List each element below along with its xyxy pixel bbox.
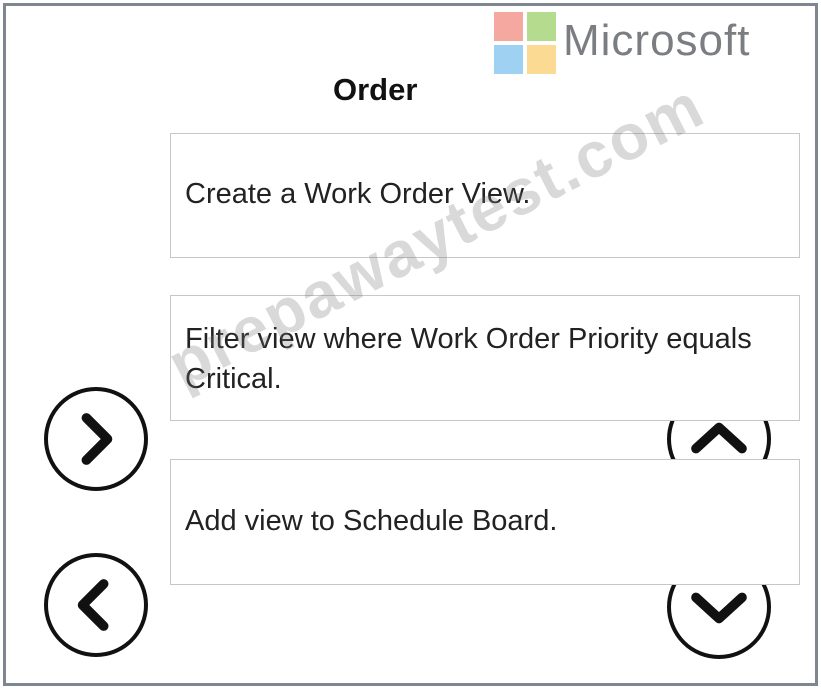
move-left-button[interactable] xyxy=(44,553,148,657)
order-item[interactable]: Create a Work Order View. xyxy=(170,133,800,258)
chevron-right-icon xyxy=(81,413,113,465)
order-item-label: Create a Work Order View. xyxy=(185,178,531,210)
order-item-label: Filter view where Work Order Priority eq… xyxy=(185,323,752,395)
order-item[interactable]: Filter view where Work Order Priority eq… xyxy=(170,295,800,421)
question-frame: Microsoft Order Create a Work Order View… xyxy=(3,3,818,686)
chevron-left-icon xyxy=(77,579,109,631)
microsoft-logo xyxy=(494,12,558,76)
move-right-button[interactable] xyxy=(44,387,148,491)
microsoft-wordmark: Microsoft xyxy=(563,16,751,65)
order-item-label: Add view to Schedule Board. xyxy=(185,505,558,537)
order-item[interactable]: Add view to Schedule Board. xyxy=(170,459,800,585)
order-heading: Order xyxy=(333,72,418,107)
